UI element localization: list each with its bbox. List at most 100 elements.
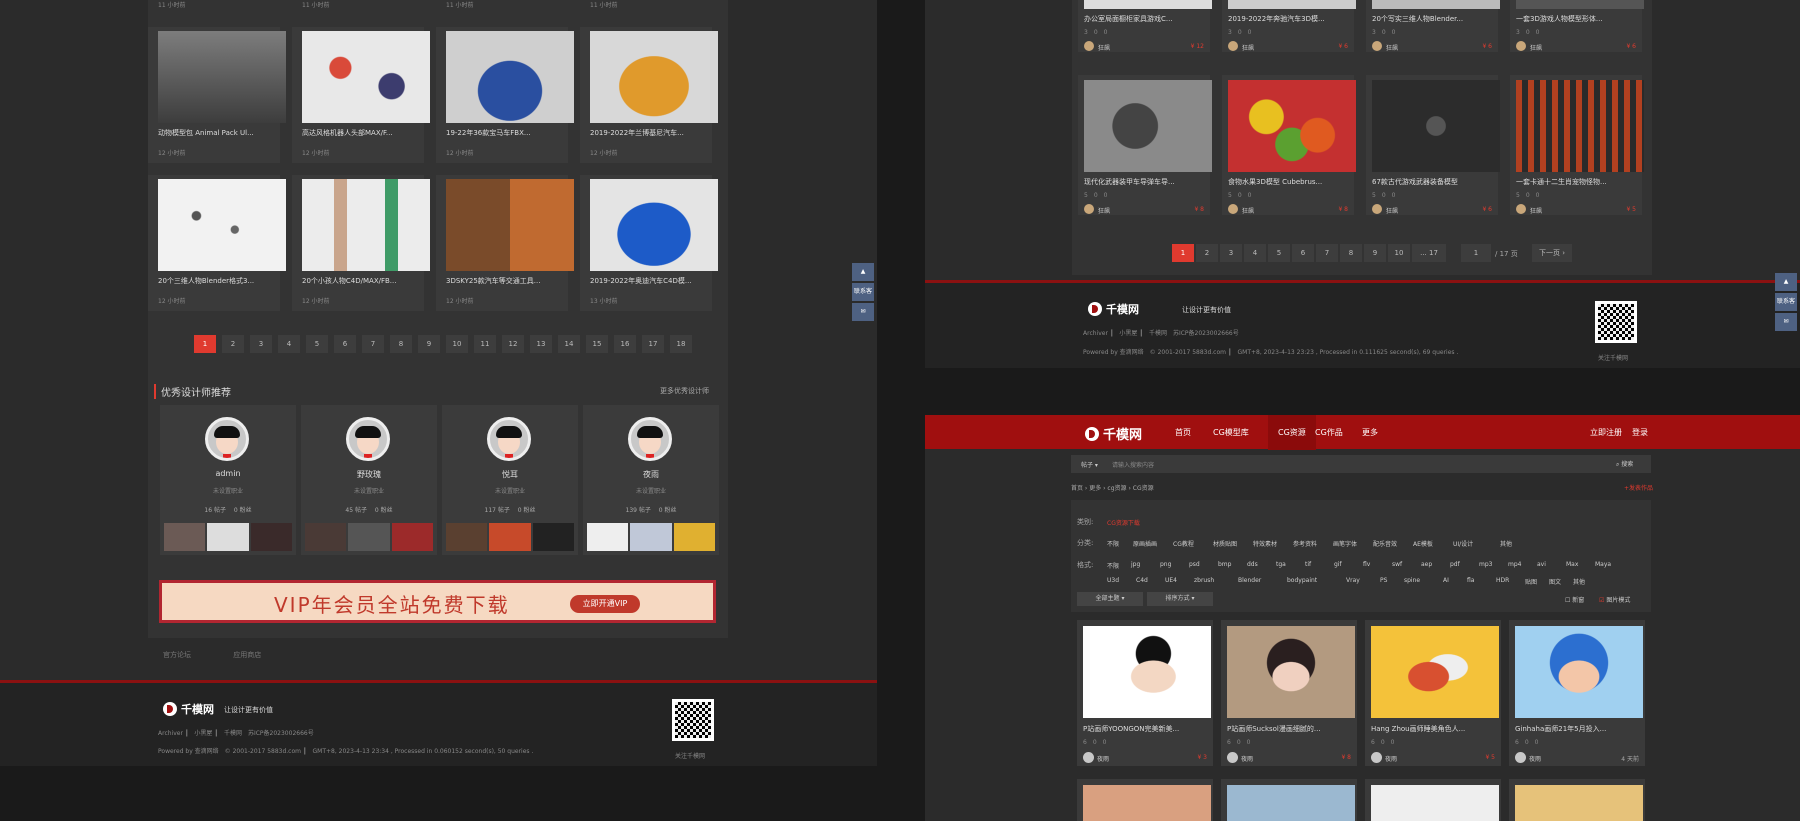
card-title[interactable]: 2019-2022年兰博基尼汽车... (590, 128, 715, 138)
page-button-3[interactable]: 3 (1220, 244, 1242, 262)
class-option[interactable]: AE模板 (1413, 539, 1433, 548)
resource-card[interactable]: 20个小孩人物C4D/MAX/FB... 12 小时前 (292, 175, 430, 311)
format-option[interactable]: U3d (1107, 577, 1119, 584)
card-author[interactable]: 狂飙 (1098, 206, 1110, 215)
resource-card[interactable] (1077, 779, 1213, 821)
format-option[interactable]: gif (1334, 561, 1342, 568)
class-option[interactable]: 参考资料 (1293, 539, 1317, 548)
resource-card[interactable] (1365, 779, 1501, 821)
card-thumbnail[interactable] (1516, 80, 1644, 172)
class-option[interactable]: 特效素材 (1253, 539, 1277, 548)
format-option[interactable]: swf (1392, 561, 1402, 568)
card-title[interactable]: 19-22年36款宝马车FBX... (446, 128, 571, 138)
card-title[interactable]: 高达风格机器人头部MAX/F... (302, 128, 427, 138)
resource-card[interactable]: P站画师Sucksol漫画细腻的... 6 0 0 夜雨 ¥ 8 (1221, 620, 1357, 766)
nav-cg-resources[interactable]: CG资源 (1268, 415, 1316, 450)
card-thumbnail[interactable] (590, 31, 718, 123)
forum-link[interactable]: 官方论坛 (163, 651, 191, 659)
resource-card[interactable]: 一套3D游戏人物模型形体... 3 0 0 狂飙 ¥ 6 (1510, 0, 1644, 52)
format-option[interactable]: pdf (1450, 561, 1460, 568)
card-author[interactable]: 狂飙 (1386, 43, 1398, 52)
avatar[interactable] (1515, 752, 1526, 763)
card-thumbnail[interactable] (1371, 785, 1499, 821)
card-title[interactable]: 一套卡通十二生肖宠物怪物... (1516, 177, 1636, 187)
nav-cg-models[interactable]: CG模型库 (1213, 427, 1249, 438)
footer-link-row[interactable]: Archiver ┃ 小黑屋 ┃ 千模网 苏ICP备2023002666号 (1083, 328, 1239, 337)
avatar[interactable] (1372, 204, 1382, 214)
avatar[interactable] (628, 417, 672, 461)
resource-card[interactable]: 19-22年36款宝马车FBX... 12 小时前 (436, 27, 574, 163)
card-title[interactable]: 67款古代游戏武器装备模型 (1372, 177, 1492, 187)
card-thumbnail[interactable] (590, 179, 718, 271)
page-button-2[interactable]: 2 (222, 335, 244, 353)
resource-card[interactable]: 高达风格机器人头部MAX/F... 12 小时前 (292, 27, 430, 163)
resource-card[interactable]: 一套卡通十二生肖宠物怪物... 5 0 0 狂飙 ¥ 5 (1510, 75, 1644, 215)
card-thumbnail[interactable] (1227, 626, 1355, 718)
designer-card[interactable]: 野玫瑰 未设置职业 45 帖子 0 粉丝 (301, 405, 437, 555)
resource-card[interactable]: 2019-2022年兰博基尼汽车... 12 小时前 (580, 27, 718, 163)
format-option[interactable]: Blender (1238, 577, 1261, 584)
card-author[interactable]: 狂飙 (1530, 206, 1542, 215)
format-option[interactable]: Vray (1346, 577, 1360, 584)
card-title[interactable]: 2019-2022年奥迪汽车C4D模... (590, 276, 715, 286)
site-logo[interactable]: 千模网 (1085, 424, 1142, 443)
page-button-11[interactable]: 11 (474, 335, 496, 353)
page-button-1[interactable]: 1 (1172, 244, 1194, 262)
designer-card[interactable]: 悦耳 未设置职业 117 帖子 0 粉丝 (442, 405, 578, 555)
page-button-10[interactable]: 10 (1388, 244, 1410, 262)
card-author[interactable]: 夜雨 (1241, 754, 1253, 763)
card-title[interactable]: P站画师YOONGON完美新美... (1083, 724, 1207, 734)
card-thumbnail[interactable] (158, 31, 286, 123)
card-title[interactable]: 3DSKY25款汽车等交通工具... (446, 276, 571, 286)
card-title[interactable]: 一套3D游戏人物模型形体... (1516, 14, 1636, 24)
card-thumbnail[interactable] (1083, 626, 1211, 718)
resource-card[interactable]: 20个三维人物Blender格式3... 12 小时前 (148, 175, 286, 311)
card-title[interactable]: Ginhaha画师21年5月投入... (1515, 724, 1639, 734)
format-option[interactable]: flv (1363, 561, 1370, 568)
resource-card[interactable]: 67款古代游戏武器装备模型 5 0 0 狂飙 ¥ 6 (1366, 75, 1500, 215)
avatar[interactable] (1516, 204, 1526, 214)
card-title[interactable]: 动物模型包 Animal Pack Ul... (158, 128, 283, 138)
class-option[interactable]: 材质贴图 (1213, 539, 1237, 548)
class-option[interactable]: 不限 (1107, 539, 1119, 548)
format-option[interactable]: zbrush (1194, 577, 1214, 584)
class-option[interactable]: 画笔字体 (1333, 539, 1357, 548)
resource-card[interactable]: P站画师YOONGON完美新美... 6 0 0 夜雨 ¥ 3 (1077, 620, 1213, 766)
format-option[interactable]: spine (1404, 577, 1420, 584)
page-button-3[interactable]: 3 (250, 335, 272, 353)
format-option[interactable]: jpg (1131, 561, 1140, 568)
designer-name[interactable]: 悦耳 (442, 469, 578, 480)
card-author[interactable]: 狂飙 (1098, 43, 1110, 52)
card-author[interactable]: 狂飙 (1530, 43, 1542, 52)
card-thumbnail[interactable] (446, 31, 574, 123)
avatar[interactable] (1227, 752, 1238, 763)
avatar[interactable] (487, 417, 531, 461)
back-to-top-button[interactable]: ▲ (852, 263, 874, 281)
avatar[interactable] (1372, 41, 1382, 51)
format-option[interactable]: dds (1247, 561, 1258, 568)
login-link[interactable]: 登录 (1632, 427, 1648, 438)
avatar[interactable] (346, 417, 390, 461)
card-thumbnail[interactable] (1084, 80, 1212, 172)
contact-service-button[interactable]: 联系客服 (1775, 293, 1797, 323)
card-thumbnail[interactable] (302, 179, 430, 271)
format-option[interactable]: tif (1305, 561, 1311, 568)
format-option[interactable]: aep (1421, 561, 1432, 568)
page-button-15[interactable]: 15 (586, 335, 608, 353)
card-title[interactable]: P站画师Sucksol漫画细腻的... (1227, 724, 1351, 734)
format-option[interactable]: 不限 (1107, 561, 1119, 570)
resource-card[interactable]: Hang Zhou画师睡美角色人... 6 0 0 夜雨 ¥ 5 (1365, 620, 1501, 766)
avatar[interactable] (1084, 41, 1094, 51)
all-topics-dropdown[interactable]: 全部主题 ▾ (1077, 592, 1143, 606)
avatar[interactable] (1228, 41, 1238, 51)
card-title[interactable]: 20个写实三维人物Blender... (1372, 14, 1492, 24)
format-option[interactable]: mp3 (1479, 561, 1492, 568)
format-option[interactable]: AI (1443, 577, 1449, 584)
format-option[interactable]: C4d (1136, 577, 1148, 584)
resource-card[interactable]: 现代化武器装甲车导弹车导... 5 0 0 狂飙 ¥ 8 (1078, 75, 1212, 215)
resource-card[interactable]: 食物水果3D模型 Cubebrus... 5 0 0 狂飙 ¥ 8 (1222, 75, 1356, 215)
page-button-6[interactable]: 6 (334, 335, 356, 353)
footer-logo[interactable]: 千模网 (163, 701, 214, 717)
page-button-8[interactable]: 8 (390, 335, 412, 353)
back-to-top-button[interactable]: ▲ (1775, 273, 1797, 291)
